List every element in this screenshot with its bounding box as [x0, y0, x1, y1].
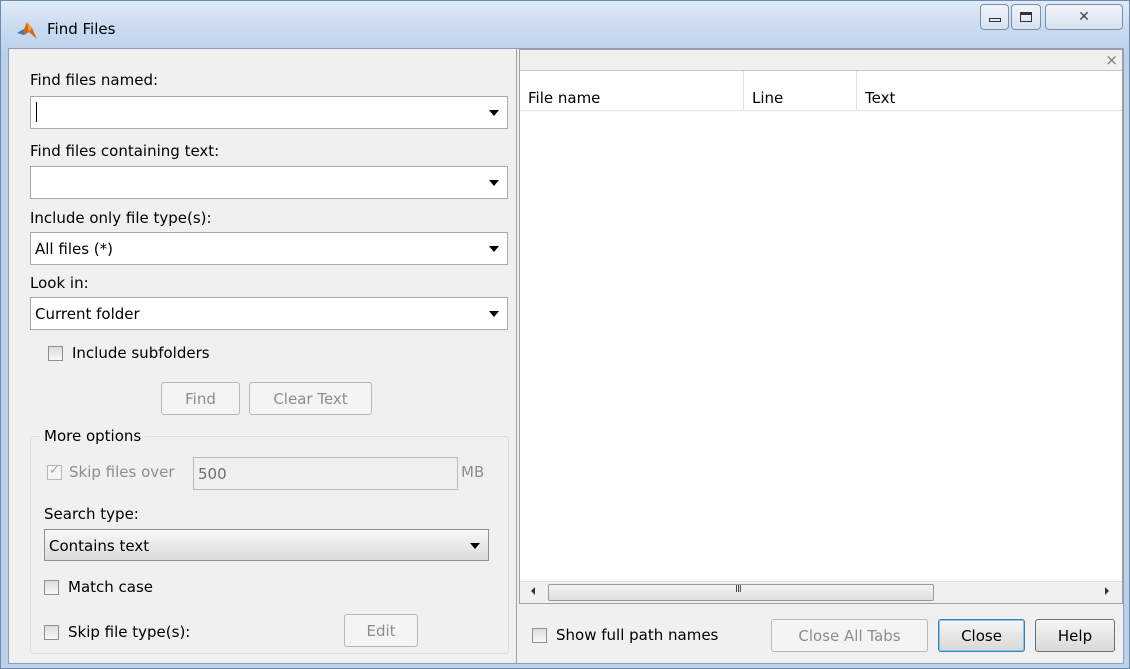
table-header: File name Line Text [520, 71, 1122, 111]
grip-icon: III [735, 584, 742, 595]
maximize-icon [1020, 12, 1032, 22]
clear-text-button[interactable]: Clear Text [249, 382, 372, 415]
file-types-label: Include only file type(s): [30, 209, 212, 227]
chevron-down-icon[interactable] [489, 180, 499, 186]
column-label: Line [752, 89, 784, 107]
find-button[interactable]: Find [161, 382, 240, 415]
text-caret [36, 102, 37, 122]
skip-file-types-checkbox[interactable] [44, 625, 59, 640]
file-types-value: All files (*) [35, 240, 113, 258]
results-table[interactable]: × File name Line Text III [519, 49, 1123, 604]
minimize-icon [988, 18, 1001, 22]
scroll-left-icon[interactable] [531, 587, 535, 595]
look-in-label: Look in: [30, 274, 89, 292]
title-bar[interactable]: Find Files ✕ [1, 1, 1129, 51]
close-all-tabs-button[interactable]: Close All Tabs [771, 619, 928, 652]
look-in-value: Current folder [35, 305, 140, 323]
show-full-path-label: Show full path names [556, 626, 719, 644]
find-files-named-label: Find files named: [30, 71, 159, 89]
checkmark-icon: ✓ [49, 463, 60, 478]
window-close-button[interactable]: ✕ [1045, 4, 1123, 30]
chevron-down-icon[interactable] [489, 246, 499, 252]
minimize-button[interactable] [980, 4, 1009, 30]
help-button[interactable]: Help [1035, 619, 1115, 652]
client-area: Find files named: Find files containing … [8, 48, 1124, 664]
file-types-combo[interactable]: All files (*) [30, 232, 508, 265]
column-label: File name [528, 89, 601, 107]
match-case-checkbox[interactable] [44, 580, 59, 595]
find-files-named-combo[interactable] [30, 96, 508, 129]
skip-size-field[interactable]: 500 [193, 457, 458, 490]
include-subfolders-checkbox[interactable] [48, 346, 63, 361]
maximize-button[interactable] [1011, 4, 1041, 30]
column-header-file-name[interactable]: File name [520, 71, 744, 111]
match-case-label: Match case [68, 578, 154, 596]
column-label: Text [865, 89, 896, 107]
look-in-combo[interactable]: Current folder [30, 297, 508, 330]
skip-files-over-checkbox[interactable]: ✓ [47, 463, 62, 480]
skip-files-over-label: Skip files over [69, 463, 175, 481]
chevron-down-icon[interactable] [489, 311, 499, 317]
search-type-label: Search type: [44, 505, 139, 523]
edit-button[interactable]: Edit [344, 614, 418, 647]
window-title: Find Files [47, 20, 116, 38]
matlab-icon [17, 22, 37, 39]
close-icon: ✕ [1078, 9, 1090, 25]
bottom-bar: Show full path names Close All Tabs Clos… [519, 609, 1123, 663]
close-button[interactable]: Close [938, 619, 1025, 652]
scroll-right-icon[interactable] [1105, 587, 1109, 595]
show-full-path-checkbox[interactable] [532, 628, 547, 643]
find-files-window: Find Files ✕ Find files named: Find file… [0, 0, 1130, 669]
find-files-containing-combo[interactable] [30, 166, 508, 199]
results-tab-strip: × [520, 50, 1122, 71]
search-criteria-panel: Find files named: Find files containing … [9, 49, 517, 663]
column-header-text[interactable]: Text [857, 71, 1122, 111]
column-header-line[interactable]: Line [744, 71, 857, 111]
more-options-title: More options [40, 427, 146, 445]
chevron-down-icon[interactable] [470, 543, 480, 549]
scrollbar-thumb[interactable]: III [548, 584, 934, 601]
skip-file-types-label: Skip file type(s): [68, 623, 191, 641]
results-panel: × File name Line Text III Show full path… [519, 49, 1123, 663]
include-subfolders-label: Include subfolders [72, 344, 210, 362]
horizontal-scrollbar[interactable]: III [520, 581, 1122, 603]
find-files-containing-label: Find files containing text: [30, 142, 220, 160]
search-type-combo[interactable]: Contains text [44, 529, 489, 561]
close-tab-icon[interactable]: × [1105, 51, 1118, 69]
size-unit-label: MB [461, 463, 485, 481]
skip-size-value: 500 [198, 465, 227, 483]
chevron-down-icon[interactable] [489, 110, 499, 116]
search-type-value: Contains text [49, 537, 150, 555]
